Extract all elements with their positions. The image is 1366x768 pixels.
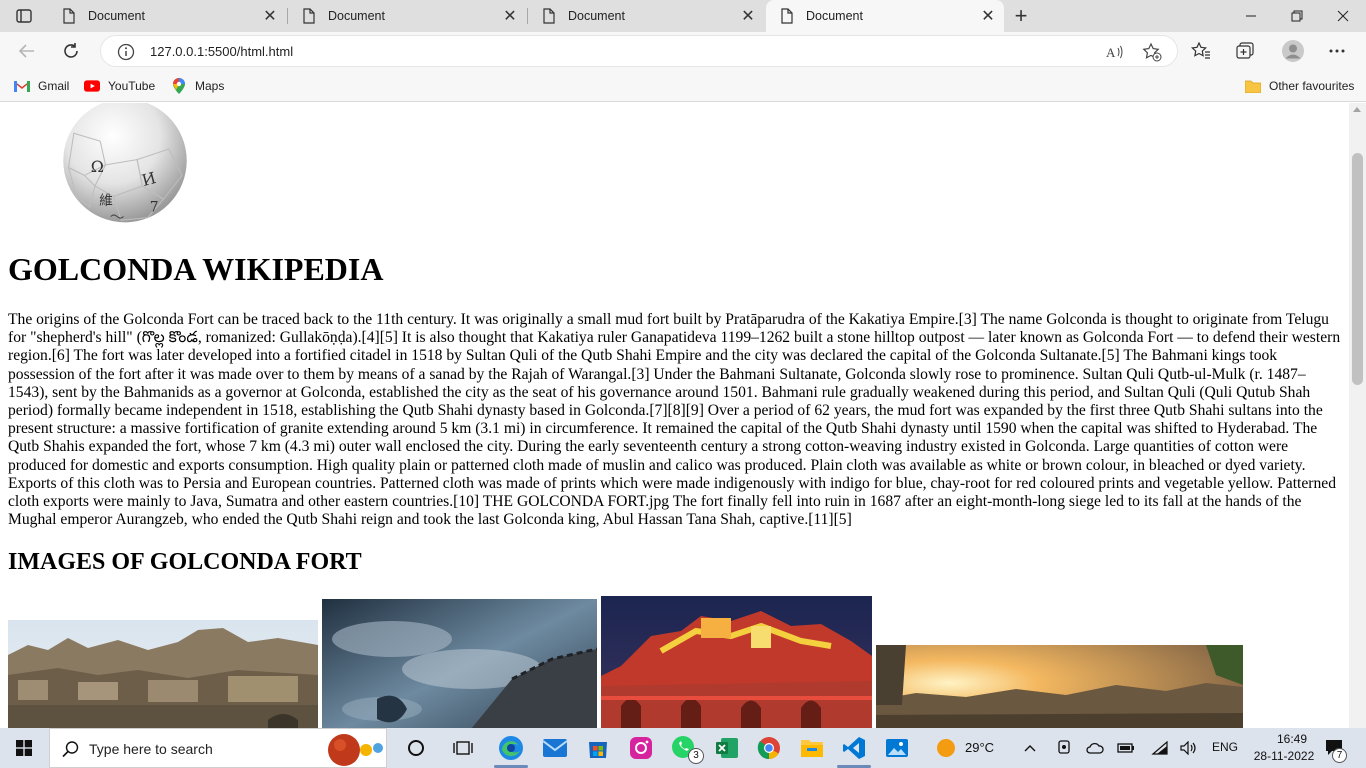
tab-strip: Document ✕ Document ✕ Document ✕ Documen… xyxy=(0,0,1366,32)
page-icon xyxy=(62,8,76,24)
tab-actions-icon[interactable] xyxy=(10,7,38,25)
close-icon[interactable]: ✕ xyxy=(736,4,760,28)
gmail-icon xyxy=(14,78,30,94)
tab-title: Document xyxy=(88,9,145,23)
taskbar-search[interactable]: Type here to search xyxy=(49,728,387,768)
page-icon xyxy=(542,8,556,24)
tab-title: Document xyxy=(806,9,863,23)
notification-badge: 7 xyxy=(1332,748,1347,763)
minimize-icon[interactable] xyxy=(1228,0,1274,32)
instagram-icon[interactable] xyxy=(627,734,655,762)
vscode-icon[interactable] xyxy=(840,734,868,762)
chrome-icon[interactable] xyxy=(755,734,783,762)
page-scrollbar[interactable] xyxy=(1349,103,1366,728)
search-icon xyxy=(62,740,80,758)
globe-glyph-seven: 7 xyxy=(150,199,159,215)
refresh-icon[interactable] xyxy=(56,36,86,66)
svg-text:A: A xyxy=(1106,45,1116,60)
favourite-label: YouTube xyxy=(108,79,156,93)
onedrive-icon[interactable] xyxy=(1083,734,1107,762)
favourite-youtube[interactable]: YouTube xyxy=(84,77,155,95)
globe-glyph-wei: 維 xyxy=(99,193,113,209)
windows-start-icon[interactable] xyxy=(0,728,48,768)
tab-title: Document xyxy=(328,9,385,23)
folder-icon xyxy=(1245,78,1261,94)
favourites-bar: Gmail YouTube Maps Other favourites xyxy=(0,70,1366,102)
taskbar: Type here to search 3 29°C ENG 16:49 28-… xyxy=(0,728,1366,768)
clock-date[interactable]: 28-11-2022 xyxy=(1248,749,1320,763)
show-hidden-icons-icon[interactable] xyxy=(1018,734,1042,762)
fort-image-wall-clouds xyxy=(322,599,597,728)
file-explorer-icon[interactable] xyxy=(798,734,826,762)
youtube-icon xyxy=(84,78,100,94)
language-indicator[interactable]: ENG xyxy=(1212,740,1238,754)
favourites-icon[interactable] xyxy=(1190,41,1212,61)
volume-icon[interactable] xyxy=(1177,734,1201,762)
wifi-icon[interactable] xyxy=(1148,734,1172,762)
fort-image-sunset xyxy=(876,645,1243,728)
favourite-label: Gmail xyxy=(38,79,70,93)
restore-icon[interactable] xyxy=(1274,0,1320,32)
browser-toolbar: 127.0.0.1:5500/html.html A xyxy=(0,32,1366,70)
other-favourites-label: Other favourites xyxy=(1269,79,1355,93)
add-favourite-icon[interactable] xyxy=(1142,42,1162,62)
read-aloud-icon[interactable]: A xyxy=(1105,42,1125,62)
scroll-thumb[interactable] xyxy=(1352,153,1363,385)
tab-4-active[interactable]: Document ✕ xyxy=(766,0,1004,32)
close-icon[interactable]: ✕ xyxy=(498,4,522,28)
collections-icon[interactable] xyxy=(1234,41,1256,61)
task-view-icon[interactable] xyxy=(449,734,477,762)
globe-glyph-omega: Ω xyxy=(91,157,104,176)
photos-icon[interactable] xyxy=(883,734,911,762)
page-title: GOLCONDA WIKIPEDIA xyxy=(8,251,384,287)
more-menu-icon[interactable] xyxy=(1326,41,1348,61)
fort-image-night-lights xyxy=(601,596,872,728)
maps-icon xyxy=(171,78,187,94)
edge-browser-icon[interactable] xyxy=(497,734,525,762)
info-icon[interactable] xyxy=(117,43,135,61)
avatar[interactable] xyxy=(1280,38,1306,64)
new-tab-icon[interactable]: + xyxy=(1008,3,1034,28)
favourite-label: Maps xyxy=(195,79,225,93)
url-text[interactable]: 127.0.0.1:5500/html.html xyxy=(150,44,293,59)
clock-time[interactable]: 16:49 xyxy=(1264,732,1320,746)
whatsapp-badge: 3 xyxy=(688,748,704,764)
search-placeholder: Type here to search xyxy=(89,741,213,757)
page-icon xyxy=(302,8,316,24)
tab-3[interactable]: Document ✕ xyxy=(528,0,764,32)
page-viewport: Ω И 維 7 GOLCONDA WIKIPEDIA The origins o… xyxy=(0,103,1349,728)
scroll-up-arrow-icon[interactable] xyxy=(1353,107,1361,112)
close-icon[interactable]: ✕ xyxy=(258,4,282,28)
cortana-icon[interactable] xyxy=(402,734,430,762)
favourite-gmail[interactable]: Gmail xyxy=(14,77,69,95)
weather-icon[interactable] xyxy=(932,734,960,762)
page-icon xyxy=(780,8,794,24)
tab-1[interactable]: Document ✕ xyxy=(48,0,286,32)
article-body: The origins of the Golconda Fort can be … xyxy=(8,311,1341,529)
close-window-icon[interactable] xyxy=(1320,0,1366,32)
other-favourites[interactable]: Other favourites xyxy=(1245,77,1354,95)
address-bar[interactable]: 127.0.0.1:5500/html.html A xyxy=(100,35,1178,67)
battery-icon[interactable] xyxy=(1114,734,1138,762)
weather-temperature[interactable]: 29°C xyxy=(965,740,994,755)
tab-2[interactable]: Document ✕ xyxy=(288,0,526,32)
close-icon[interactable]: ✕ xyxy=(976,4,1000,28)
images-section-heading: IMAGES OF GOLCONDA FORT xyxy=(8,549,362,575)
favourite-maps[interactable]: Maps xyxy=(171,77,224,95)
fort-image-ruins xyxy=(8,620,318,728)
search-highlight-icon xyxy=(326,732,386,766)
store-icon[interactable] xyxy=(584,734,612,762)
excel-icon[interactable] xyxy=(713,734,741,762)
tab-title: Document xyxy=(568,9,625,23)
meet-now-icon[interactable] xyxy=(1052,734,1076,762)
wikipedia-globe-logo: Ω И 維 7 xyxy=(8,103,242,225)
back-icon[interactable] xyxy=(12,36,42,66)
mail-icon[interactable] xyxy=(541,734,569,762)
